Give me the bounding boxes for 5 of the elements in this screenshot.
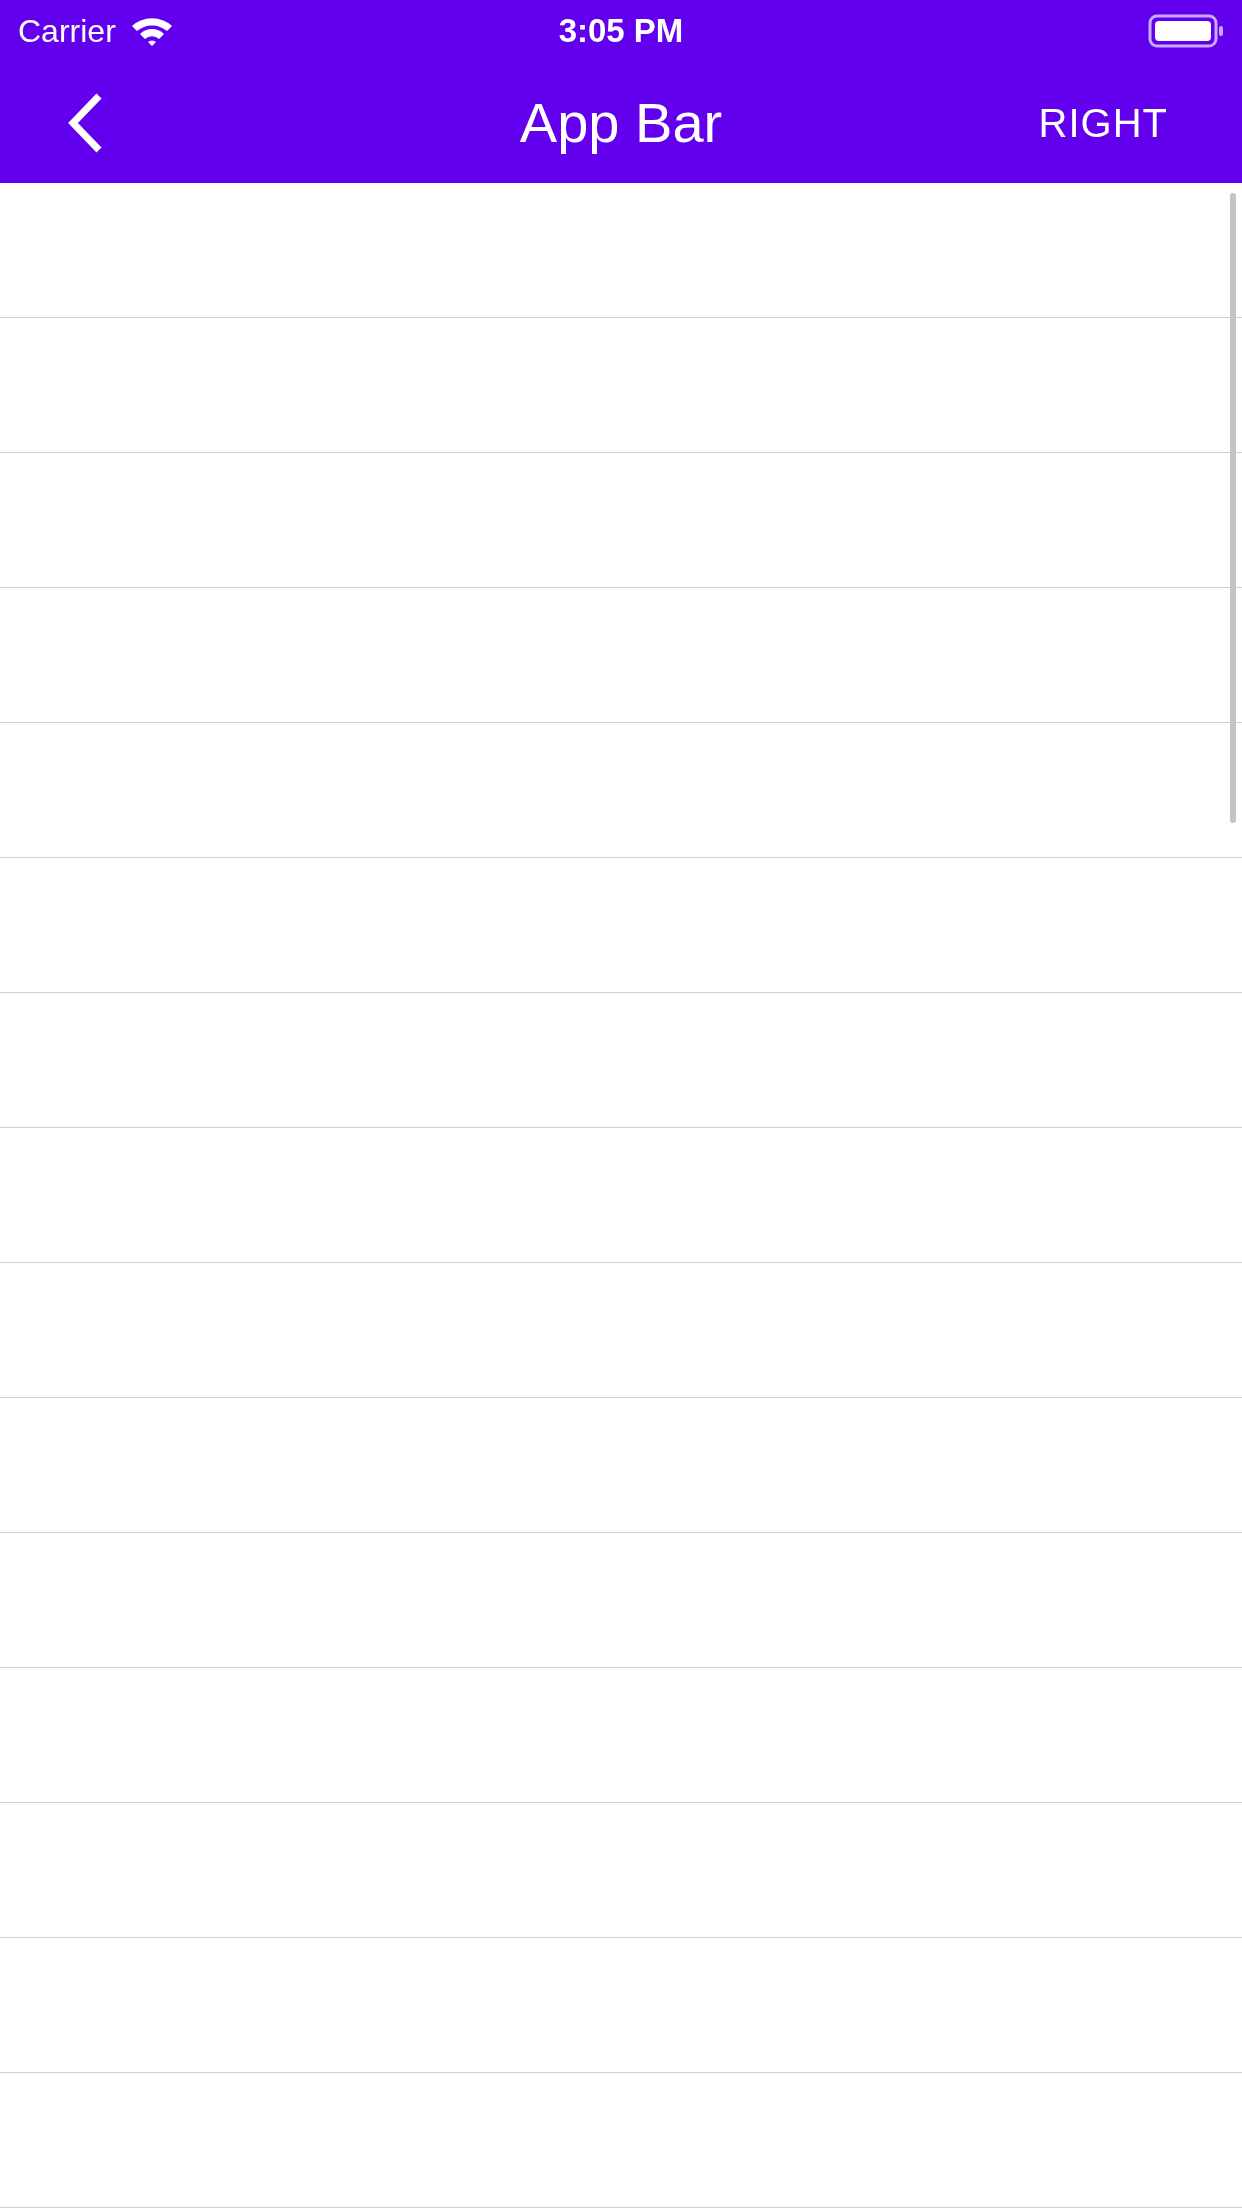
right-action-button[interactable]: RIGHT <box>1038 92 1168 153</box>
status-time: 3:05 PM <box>558 11 684 52</box>
battery-icon <box>1148 14 1224 48</box>
app-bar-title: App Bar <box>519 89 723 156</box>
carrier-label: Carrier <box>18 12 116 51</box>
